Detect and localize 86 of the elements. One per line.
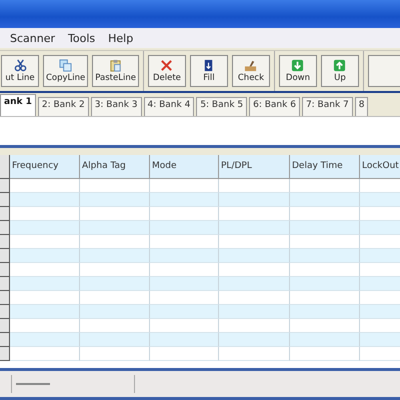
table-cell — [80, 193, 150, 207]
table-cell — [360, 305, 400, 319]
table-cell — [150, 277, 219, 291]
table-cell — [80, 305, 150, 319]
row-header — [0, 193, 10, 207]
table-cell — [150, 193, 219, 207]
column-header[interactable]: Mode — [150, 155, 219, 179]
tab[interactable]: 6: Bank 6 — [249, 97, 300, 116]
row-header — [0, 319, 10, 333]
row-header — [0, 263, 10, 277]
table-cell — [360, 221, 400, 235]
table-cell — [290, 305, 360, 319]
table-cell — [290, 347, 360, 361]
table-cell — [219, 249, 290, 263]
table-cell — [360, 277, 400, 291]
table-cell — [80, 249, 150, 263]
column-header[interactable]: Alpha Tag — [80, 155, 150, 179]
table-cell — [150, 333, 219, 347]
tab[interactable]: ank 1 — [0, 94, 36, 116]
table-cell — [150, 249, 219, 263]
menu-item[interactable]: Scanner — [10, 32, 56, 44]
table-cell — [10, 347, 80, 361]
table-cell — [360, 193, 400, 207]
toolbar-button[interactable]: Delete — [148, 55, 186, 87]
table-cell — [290, 249, 360, 263]
table-cell — [10, 333, 80, 347]
table-cell — [80, 221, 150, 235]
table-cell — [219, 193, 290, 207]
table-cell — [150, 305, 219, 319]
table-cell — [10, 193, 80, 207]
toolbar-button[interactable]: Fill — [190, 55, 228, 87]
table-cell — [80, 347, 150, 361]
table-cell — [80, 277, 150, 291]
table-cell — [219, 305, 290, 319]
table-cell — [360, 249, 400, 263]
clipboard-icon — [109, 59, 122, 72]
toolbar-button[interactable]: Check — [232, 55, 270, 87]
row-header — [0, 305, 10, 319]
table-cell — [150, 347, 219, 361]
table-cell — [10, 277, 80, 291]
row-header — [0, 333, 10, 347]
stamp-icon — [244, 59, 258, 72]
table-cell — [290, 193, 360, 207]
table-cell — [10, 249, 80, 263]
table-cell — [150, 221, 219, 235]
row-header — [0, 277, 10, 291]
toolbar-button[interactable] — [368, 55, 400, 87]
row-header — [0, 347, 10, 361]
tab[interactable]: 3: Bank 3 — [90, 97, 142, 116]
delete-icon — [160, 59, 174, 72]
scissors-icon — [14, 59, 26, 72]
table-cell — [290, 221, 360, 235]
tab[interactable]: 8 — [354, 97, 368, 116]
down-arrow-icon — [291, 59, 304, 72]
table-cell — [360, 333, 400, 347]
toolbar-button[interactable]: PasteLine — [92, 55, 139, 87]
column-header[interactable]: PL/DPL — [219, 155, 290, 179]
menu-item[interactable]: Help — [108, 32, 134, 44]
table-cell — [80, 333, 150, 347]
menu-item[interactable]: Tools — [68, 32, 96, 44]
up-arrow-icon — [333, 59, 346, 72]
table-cell — [290, 333, 360, 347]
tab[interactable]: 2: Bank 2 — [38, 97, 89, 116]
table-cell — [219, 347, 290, 361]
table-cell — [10, 221, 80, 235]
toolbar-button[interactable]: CopyLine — [43, 55, 88, 87]
tab[interactable]: 4: Bank 4 — [144, 97, 194, 116]
toolbar-button[interactable]: Up — [320, 55, 359, 87]
tab[interactable]: 7: Bank 7 — [302, 97, 353, 116]
toolbar-button[interactable]: ut Line — [1, 55, 39, 87]
table-cell — [290, 277, 360, 291]
toolbar-button[interactable]: Down — [278, 55, 317, 87]
column-header[interactable]: Delay Time — [290, 155, 360, 179]
row-header — [0, 235, 10, 249]
table-cell — [219, 333, 290, 347]
tab[interactable]: 5: Bank 5 — [196, 97, 248, 116]
column-header[interactable]: Frequency — [10, 155, 80, 179]
row-header — [0, 291, 10, 305]
table-cell — [10, 305, 80, 319]
table-cell — [219, 277, 290, 291]
row-header — [0, 207, 10, 221]
table-cell — [219, 221, 290, 235]
copy-icon — [59, 59, 72, 72]
row-header — [0, 249, 10, 263]
row-header — [0, 221, 10, 235]
column-header[interactable]: LockOut — [360, 155, 400, 179]
